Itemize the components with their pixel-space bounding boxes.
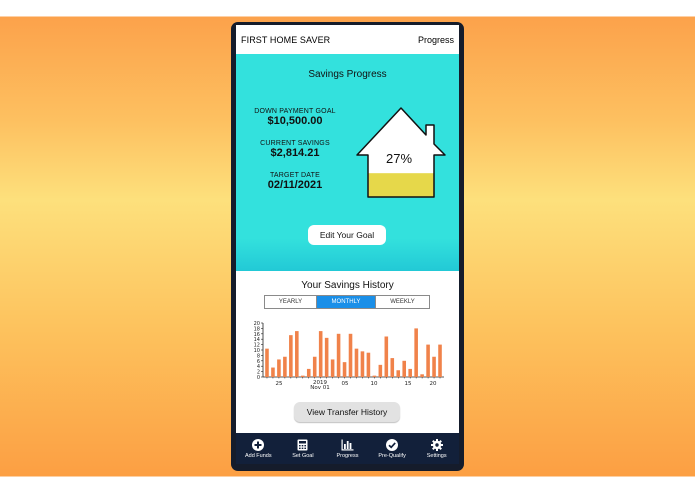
goal-stats: DOWN PAYMENT GOAL $10,500.00 CURRENT SAV… (248, 108, 342, 204)
y-tick-label: 4 (257, 364, 260, 370)
bar (312, 356, 317, 377)
x-tick-label: 25 (276, 381, 283, 387)
savings-label: CURRENT SAVINGS (260, 140, 330, 147)
bar-chart-icon (341, 439, 354, 451)
savings-value: $2,814.21 (270, 147, 320, 159)
y-tick-label: 6 (257, 359, 260, 365)
bar (348, 333, 353, 377)
tab-label: Pre-Qualify (378, 453, 406, 459)
x-tick-label: 10 (371, 381, 378, 387)
y-tick-label: 14 (254, 337, 260, 343)
y-tick-label: 12 (254, 343, 260, 349)
y-tick-label: 16 (254, 332, 260, 338)
bar (295, 331, 299, 377)
x-tick-label: 20 (430, 381, 437, 387)
savings-bar-chart: 0246810121416182025 2019Nov 0105 10 15 20 (254, 321, 444, 391)
bar (372, 375, 377, 377)
goal-value: $10,500.00 (267, 115, 323, 127)
tab-label: Progress (336, 453, 359, 459)
phone-frame: FIRST HOME SAVER Progress Savings Progre… (231, 22, 464, 471)
bar (283, 356, 287, 377)
y-tick-label: 0 (257, 375, 260, 381)
savings-progress-panel: Savings Progress DOWN PAYMENT GOAL $10,5… (236, 54, 459, 271)
y-tick-label: 18 (254, 326, 260, 332)
bar (330, 359, 335, 377)
plus-circle-icon (252, 439, 265, 451)
bar (396, 370, 401, 377)
bar (426, 344, 430, 377)
tab-weekly[interactable]: WEEKLY (375, 296, 429, 308)
bar (318, 331, 323, 377)
bar (360, 351, 365, 377)
app-header: FIRST HOME SAVER Progress (236, 25, 459, 54)
tab-add-funds[interactable]: Add Funds (236, 439, 280, 459)
bar (300, 375, 305, 377)
check-circle-icon (386, 439, 399, 451)
bar (289, 335, 293, 377)
target-date-value: 02/11/2021 (267, 179, 323, 191)
bar (408, 368, 412, 377)
tab-settings[interactable]: Settings (415, 439, 459, 459)
calculator-icon (297, 439, 308, 451)
bar (354, 348, 359, 377)
bar (414, 328, 418, 377)
bar (420, 374, 424, 377)
bar (432, 356, 436, 377)
edit-goal-button[interactable]: Edit Your Goal (308, 225, 386, 245)
tab-label: Settings (426, 453, 447, 459)
y-tick-label: 10 (254, 348, 260, 354)
y-tick-label: 2 (257, 370, 260, 376)
y-tick-label: 20 (254, 321, 260, 327)
progress-percent: 27% (385, 151, 413, 166)
bar (378, 364, 383, 377)
x-tick-label: Nov 01 (310, 385, 329, 391)
x-tick-label: 15 (405, 381, 412, 387)
tab-pre-qualify[interactable]: Pre-Qualify (370, 439, 414, 459)
view-transfer-history-button[interactable]: View Transfer History (294, 402, 400, 422)
bar (277, 359, 281, 377)
bar (265, 348, 269, 377)
bar (438, 344, 442, 377)
savings-history-panel: Your Savings History YEARLY MONTHLY WEEK… (236, 271, 459, 433)
bar (402, 360, 407, 377)
tab-label: Add Funds (244, 453, 272, 459)
bottom-tab-bar: Add Funds Set Goal Progress Pre-Qualify … (236, 433, 459, 464)
tab-monthly[interactable]: MONTHLY (317, 296, 375, 308)
section-title: Savings Progress (308, 69, 387, 80)
bar (336, 333, 341, 377)
bar (342, 362, 347, 377)
history-title: Your Savings History (301, 280, 394, 291)
bar (324, 337, 329, 377)
tab-progress[interactable]: Progress (325, 439, 369, 459)
bar (384, 336, 389, 377)
x-tick-label: 05 (342, 381, 349, 387)
tab-set-goal[interactable]: Set Goal (281, 439, 325, 459)
bar (271, 367, 275, 377)
y-tick-label: 8 (257, 353, 260, 359)
progress-link[interactable]: Progress (418, 35, 454, 45)
target-date-label: TARGET DATE (269, 172, 321, 179)
bar (390, 358, 395, 377)
bar (306, 368, 311, 377)
gear-icon (430, 439, 443, 451)
tab-label: Set Goal (292, 453, 314, 459)
app-title: FIRST HOME SAVER (241, 34, 331, 45)
bar (366, 352, 371, 377)
tab-yearly[interactable]: YEARLY (265, 296, 317, 308)
goal-label: DOWN PAYMENT GOAL (254, 108, 336, 115)
period-selector: YEARLY MONTHLY WEEKLY (264, 295, 430, 309)
app-screen: FIRST HOME SAVER Progress Savings Progre… (236, 25, 459, 464)
